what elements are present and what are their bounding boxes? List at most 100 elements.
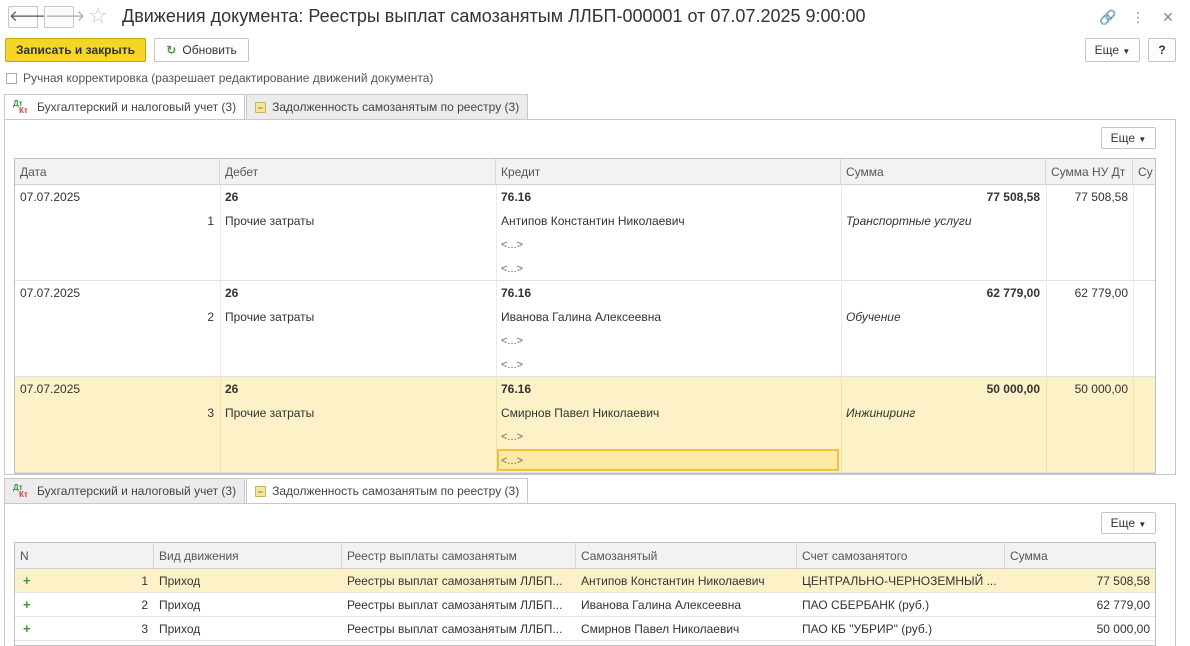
debt-more-button[interactable]: Еще ▼	[1101, 512, 1156, 534]
manual-edit-checkbox[interactable]	[6, 72, 17, 84]
cell-debit-subconto: Прочие затраты	[225, 406, 315, 420]
tab-debt[interactable]: Задолженность самозанятым по реестру (3)	[246, 94, 529, 120]
cell-amount-nu-dt: 50 000,00	[1074, 382, 1128, 396]
cell-debit-subconto: Прочие затраты	[225, 214, 315, 228]
cell-account: ПАО СБЕРБАНК (руб.)	[802, 598, 930, 612]
cell-amount: 62 779,00	[1096, 598, 1150, 612]
register-icon	[255, 101, 267, 113]
cell-content: Транспортные услуги	[846, 214, 972, 228]
cell-date: 07.07.2025	[20, 382, 81, 396]
cell-registry: Реестры выплат самозанятым ЛЛБП...	[347, 598, 563, 612]
cell-credit-subconto2: <...>	[501, 335, 524, 347]
cell-registry: Реестры выплат самозанятым ЛЛБП...	[347, 622, 563, 636]
debt-table[interactable]: N Вид движения Реестр выплаты самозаняты…	[14, 542, 1156, 646]
register-icon	[255, 485, 267, 497]
col-credit[interactable]: Кредит	[496, 159, 841, 185]
table-header: Дата Дебет Кредит Сумма Сумма НУ Дт Су	[15, 159, 1155, 185]
cell-person: Антипов Константин Николаевич	[581, 574, 765, 588]
cell-account: ПАО КБ "УБРИР" (руб.)	[802, 622, 933, 636]
help-button[interactable]: ?	[1148, 38, 1176, 62]
cell-credit-account: 76.16	[501, 286, 532, 300]
dt-kt-icon: Дт Кт	[13, 99, 28, 115]
table-row-selected[interactable]: 07.07.2025 3 26 Прочие затраты 76.16 Сми…	[15, 377, 1155, 473]
cell-n: 2	[141, 598, 148, 612]
manual-edit-row[interactable]: Ручная корректировка (разрешает редактир…	[6, 70, 433, 86]
table-header: N Вид движения Реестр выплаты самозаняты…	[15, 543, 1155, 569]
kebab-icon[interactable]: ⋮	[1128, 7, 1148, 27]
tab-debt[interactable]: Задолженность самозанятым по реестру (3)	[246, 478, 529, 504]
caret-down-icon: ▼	[1138, 520, 1147, 529]
cell-registry: Реестры выплат самозанятым ЛЛБП...	[347, 574, 563, 588]
cell-credit-subconto1: Смирнов Павел Николаевич	[501, 406, 660, 420]
cell-amount: 77 508,58	[986, 190, 1040, 204]
close-icon[interactable]: ✕	[1158, 7, 1178, 27]
accounting-more-button[interactable]: Еще ▼	[1101, 127, 1156, 149]
cell-n: 3	[141, 622, 148, 636]
tabs-bottom: Дт Кт Бухгалтерский и налоговый учет (3) …	[4, 478, 529, 504]
cell-kind: Приход	[159, 574, 201, 588]
cell-person: Смирнов Павел Николаевич	[581, 622, 740, 636]
save-close-button[interactable]: Записать и закрыть	[5, 38, 146, 62]
col-amount-nu-dt[interactable]: Сумма НУ Дт	[1046, 159, 1133, 185]
cell-content: Обучение	[846, 310, 901, 324]
manual-edit-label: Ручная корректировка (разрешает редактир…	[23, 71, 434, 85]
cell-amount-nu-dt: 77 508,58	[1074, 190, 1128, 204]
col-date[interactable]: Дата	[15, 159, 220, 185]
more-button[interactable]: Еще ▼	[1085, 38, 1140, 62]
link-icon[interactable]: 🔗	[1098, 7, 1118, 27]
cell-credit-subconto2: <...>	[501, 239, 524, 251]
arrow-right-icon: 🡒	[45, 8, 86, 25]
page-title: Движения документа: Реестры выплат самоз…	[122, 6, 866, 26]
tab-label: Бухгалтерский и налоговый учет (3)	[37, 100, 237, 114]
col-kind[interactable]: Вид движения	[154, 543, 342, 569]
tab-accounting[interactable]: Дт Кт Бухгалтерский и налоговый учет (3)	[4, 478, 246, 504]
plus-icon: +	[23, 597, 31, 612]
cell-debit-account: 26	[225, 190, 239, 204]
cell-date: 07.07.2025	[20, 286, 81, 300]
cell-amount: 50 000,00	[1096, 622, 1150, 636]
col-amount[interactable]: Сумма	[841, 159, 1046, 185]
cell-credit-subconto1: Антипов Константин Николаевич	[501, 214, 685, 228]
cell-debit-account: 26	[225, 382, 239, 396]
cell-debit-subconto: Прочие затраты	[225, 310, 315, 324]
cell-credit-subconto2: <...>	[501, 431, 524, 443]
table-row[interactable]: + 3 Приход Реестры выплат самозанятым ЛЛ…	[15, 617, 1155, 641]
col-registry[interactable]: Реестр выплаты самозанятым	[342, 543, 576, 569]
caret-down-icon: ▼	[1122, 47, 1131, 56]
tab-accounting[interactable]: Дт Кт Бухгалтерский и налоговый учет (3)	[4, 94, 246, 120]
cell-amount-nu-dt: 62 779,00	[1074, 286, 1128, 300]
col-debit[interactable]: Дебет	[220, 159, 496, 185]
col-account[interactable]: Счет самозанятого	[797, 543, 1005, 569]
dt-kt-icon: Дт Кт	[13, 483, 28, 499]
plus-icon: +	[23, 573, 31, 588]
star-icon[interactable]: ☆	[88, 3, 108, 29]
cell-credit-subconto3: <...>	[501, 359, 524, 371]
cell-person: Иванова Галина Алексеевна	[581, 598, 742, 612]
refresh-label: Обновить	[182, 43, 237, 57]
forward-button[interactable]: 🡒	[44, 6, 85, 28]
back-button[interactable]: 🡐	[8, 6, 49, 28]
caret-down-icon: ▼	[1138, 135, 1147, 144]
more-label: Еще	[1094, 43, 1120, 57]
cell-kind: Приход	[159, 622, 201, 636]
refresh-button[interactable]: ↻ Обновить	[154, 38, 249, 62]
tabs-top: Дт Кт Бухгалтерский и налоговый учет (3) …	[4, 94, 529, 120]
more-label: Еще	[1110, 131, 1136, 145]
accounting-table[interactable]: Дата Дебет Кредит Сумма Сумма НУ Дт Су 0…	[14, 158, 1156, 474]
cell-amount: 62 779,00	[986, 286, 1040, 300]
col-n[interactable]: N	[15, 543, 154, 569]
table-row[interactable]: 07.07.2025 2 26 Прочие затраты 76.16 Ива…	[15, 281, 1155, 377]
cell-credit-subconto3: <...>	[501, 263, 524, 275]
cell-credit-account: 76.16	[501, 382, 532, 396]
more-label: Еще	[1110, 516, 1136, 530]
cell-credit-account: 76.16	[501, 190, 532, 204]
col-amount[interactable]: Сумма	[1005, 543, 1155, 569]
cell-kind: Приход	[159, 598, 201, 612]
tab-label: Задолженность самозанятым по реестру (3)	[272, 484, 520, 498]
table-row-selected[interactable]: + 1 Приход Реестры выплат самозанятым ЛЛ…	[15, 569, 1155, 593]
table-row[interactable]: + 2 Приход Реестры выплат самозанятым ЛЛ…	[15, 593, 1155, 617]
table-row[interactable]: 07.07.2025 1 26 Прочие затраты 76.16 Ант…	[15, 185, 1155, 281]
col-partial[interactable]: Су	[1133, 159, 1155, 185]
active-cell[interactable]	[497, 449, 839, 471]
col-person[interactable]: Самозанятый	[576, 543, 797, 569]
